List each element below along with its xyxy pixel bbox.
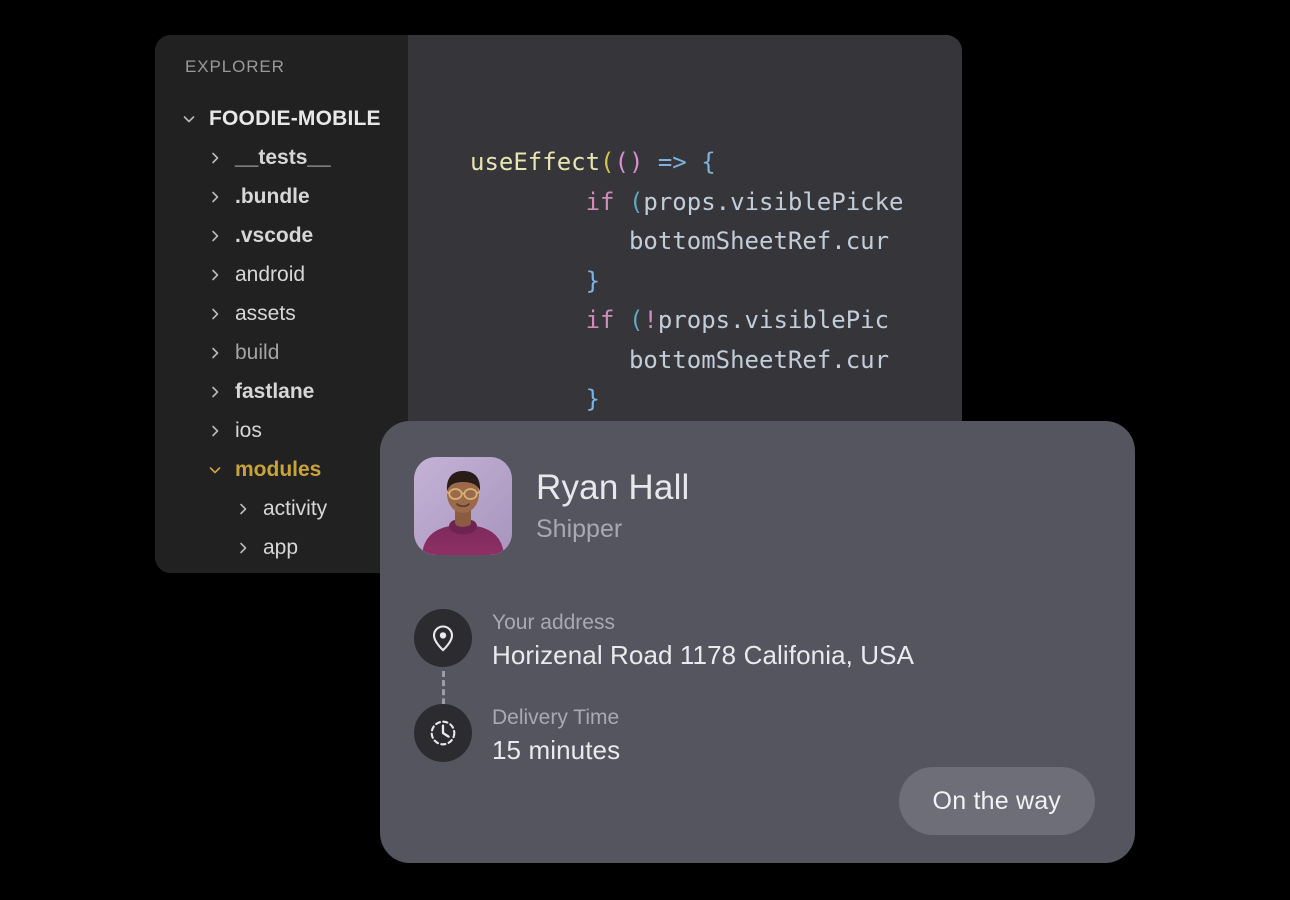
location-pin-icon — [414, 609, 472, 667]
file-tree-item[interactable]: fastlane — [155, 372, 408, 411]
code-line: } — [470, 262, 904, 302]
code-line: if (!props.visiblePic — [470, 301, 904, 341]
chevron-right-icon[interactable] — [207, 267, 223, 283]
file-tree-item-label: __tests__ — [235, 145, 331, 169]
code-token: () — [614, 148, 644, 176]
shipper-name: Ryan Hall — [536, 468, 690, 507]
file-tree-item-label: modules — [235, 457, 322, 481]
chevron-right-icon[interactable] — [207, 189, 223, 205]
delivery-time-row: Delivery Time 15 minutes — [414, 704, 1095, 769]
code-line: bottomSheetRef.cur — [470, 341, 904, 381]
explorer-sidebar: EXPLORER FOODIE-MOBILE __tests__ .bundle .v… — [155, 35, 408, 573]
code-line: useEffect(() => { — [470, 143, 904, 183]
file-tree-item[interactable]: activity — [155, 489, 408, 528]
file-tree-item[interactable]: build — [155, 333, 408, 372]
file-tree-item[interactable]: ios — [155, 411, 408, 450]
file-tree-item-label: ios — [235, 418, 262, 442]
code-line: if (props.visiblePicke — [470, 183, 904, 223]
code-token: ! — [643, 306, 658, 334]
delivery-time-label: Delivery Time — [492, 706, 620, 729]
code-token: if — [585, 187, 629, 216]
file-tree-item[interactable]: __tests__ — [155, 138, 408, 177]
file-tree-item-label: app — [263, 535, 299, 559]
address-text: Your address Horizenal Road 1178 Califon… — [492, 609, 914, 674]
clock-icon — [414, 704, 472, 762]
code-token: } — [585, 266, 601, 295]
code-token: useEffect — [470, 148, 601, 176]
file-tree-item-label: .vscode — [235, 223, 314, 247]
file-tree-item[interactable]: modules — [155, 450, 408, 489]
code-content: useEffect(() => { if (props.visiblePicke… — [470, 143, 904, 420]
file-tree-item-label: .bundle — [235, 184, 310, 208]
code-token: ( — [628, 306, 644, 334]
status-button[interactable]: On the way — [898, 767, 1095, 835]
file-tree-item-label: build — [235, 340, 280, 364]
chevron-right-icon[interactable] — [235, 540, 251, 556]
code-token: => — [643, 148, 702, 176]
file-tree-item[interactable]: app — [155, 528, 408, 567]
chevron-right-icon[interactable] — [207, 228, 223, 244]
code-token: props.visiblePicke — [643, 187, 904, 216]
chevron-right-icon[interactable] — [235, 501, 251, 517]
code-line: bottomSheetRef.cur — [470, 222, 904, 262]
file-tree-item-label: activity — [263, 496, 328, 520]
file-tree-item-label: FOODIE-MOBILE — [209, 106, 381, 130]
code-token: bottomSheetRef.cur — [628, 345, 890, 374]
chevron-right-icon[interactable] — [207, 345, 223, 361]
code-token: ( — [628, 187, 644, 216]
code-token: ( — [600, 148, 615, 176]
file-tree-item-label: android — [235, 262, 306, 286]
chevron-right-icon[interactable] — [207, 306, 223, 322]
card-header: Ryan Hall Shipper — [414, 457, 1095, 555]
file-tree[interactable]: FOODIE-MOBILE __tests__ .bundle .vscode andr… — [155, 99, 408, 567]
code-token: } — [585, 385, 601, 413]
code-token: if — [585, 306, 629, 334]
code-token: bottomSheetRef.cur — [628, 227, 890, 255]
code-token: { — [701, 148, 716, 176]
explorer-title: EXPLORER — [185, 57, 285, 76]
code-line: } — [470, 380, 904, 420]
address-label: Your address — [492, 611, 615, 634]
shipper-info: Ryan Hall Shipper — [536, 467, 690, 545]
chevron-right-icon[interactable] — [207, 423, 223, 439]
file-tree-item-label: assets — [235, 301, 296, 325]
shipper-role: Shipper — [536, 515, 623, 543]
chevron-down-icon[interactable] — [181, 111, 197, 127]
delivery-timeline: Your address Horizenal Road 1178 Califon… — [414, 609, 1095, 769]
file-tree-item[interactable]: .vscode — [155, 216, 408, 255]
file-tree-item[interactable]: assets — [155, 294, 408, 333]
code-token: props.visiblePic — [657, 306, 890, 334]
avatar — [414, 457, 512, 555]
address-row: Your address Horizenal Road 1178 Califon… — [414, 609, 1095, 674]
chevron-right-icon[interactable] — [207, 150, 223, 166]
file-tree-item[interactable]: FOODIE-MOBILE — [155, 99, 408, 138]
chevron-right-icon[interactable] — [207, 384, 223, 400]
delivery-time-value: 15 minutes — [492, 735, 621, 765]
delivery-time-text: Delivery Time 15 minutes — [492, 704, 620, 769]
address-value: Horizenal Road 1178 Califonia, USA — [492, 640, 915, 670]
file-tree-item[interactable]: android — [155, 255, 408, 294]
file-tree-item[interactable]: .bundle — [155, 177, 408, 216]
chevron-down-icon[interactable] — [207, 462, 223, 478]
file-tree-item-label: fastlane — [235, 379, 315, 403]
delivery-status-card: Ryan Hall Shipper Your address Horizenal… — [380, 421, 1135, 863]
